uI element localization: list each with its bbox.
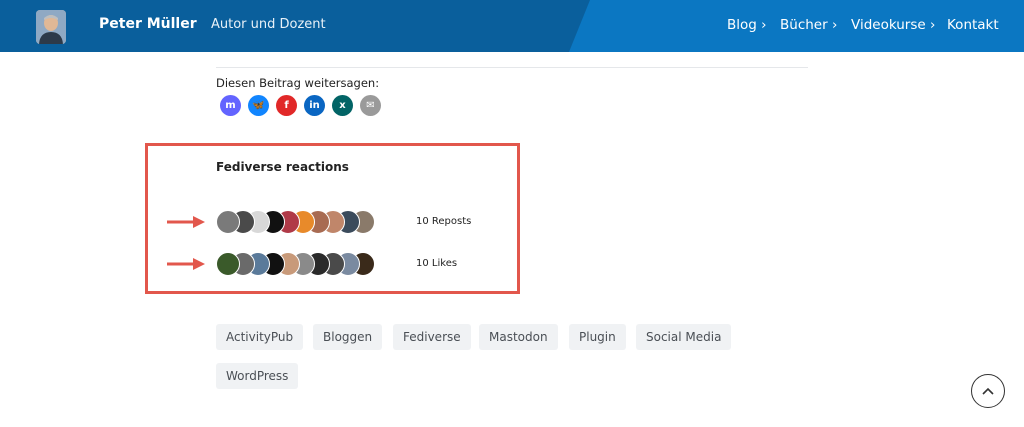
tag-activitypub[interactable]: ActivityPub — [216, 324, 304, 350]
like-avatar[interactable] — [216, 252, 240, 276]
likes-avatar-row — [216, 252, 375, 276]
tag-social-media[interactable]: Social Media — [636, 324, 732, 350]
tag-bloggen[interactable]: Bloggen — [313, 324, 383, 350]
site-name[interactable]: Peter Müller — [99, 16, 197, 32]
nav-videokurse[interactable]: Videokurse › — [851, 17, 935, 33]
tag-fediverse[interactable]: Fediverse — [393, 324, 471, 350]
bluesky-icon[interactable]: 🦋 — [248, 95, 269, 116]
annotation-arrow-icon — [167, 258, 205, 270]
fediverse-reactions-title: Fediverse reactions — [216, 160, 349, 174]
chevron-up-icon — [982, 387, 994, 395]
nav-buecher[interactable]: Bücher › — [780, 17, 837, 33]
repost-avatar[interactable] — [216, 210, 240, 234]
reposts-count[interactable]: 10 Reposts — [416, 216, 471, 227]
nav-kontakt[interactable]: Kontakt — [947, 17, 999, 33]
annotation-arrow-icon — [167, 216, 205, 228]
flipboard-icon[interactable]: f — [276, 95, 297, 116]
site-tagline: Autor und Dozent — [211, 17, 326, 32]
author-avatar[interactable] — [36, 10, 66, 44]
scroll-to-top-button[interactable] — [971, 374, 1005, 408]
site-header: Peter Müller Autor und Dozent Blog › Büc… — [0, 0, 1024, 52]
content-divider — [216, 67, 808, 68]
tag-plugin[interactable]: Plugin — [569, 324, 626, 350]
reposts-avatar-row — [216, 210, 375, 234]
likes-count[interactable]: 10 Likes — [416, 258, 457, 269]
email-icon[interactable]: ✉ — [360, 95, 381, 116]
nav-blog[interactable]: Blog › — [727, 17, 767, 33]
linkedin-icon[interactable]: in — [304, 95, 325, 116]
xing-icon[interactable]: x — [332, 95, 353, 116]
share-label: Diesen Beitrag weitersagen: — [216, 76, 380, 90]
tag-wordpress[interactable]: WordPress — [216, 363, 299, 389]
share-icons: m 🦋 f in x ✉ — [220, 95, 381, 116]
tag-mastodon[interactable]: Mastodon — [479, 324, 558, 350]
mastodon-icon[interactable]: m — [220, 95, 241, 116]
